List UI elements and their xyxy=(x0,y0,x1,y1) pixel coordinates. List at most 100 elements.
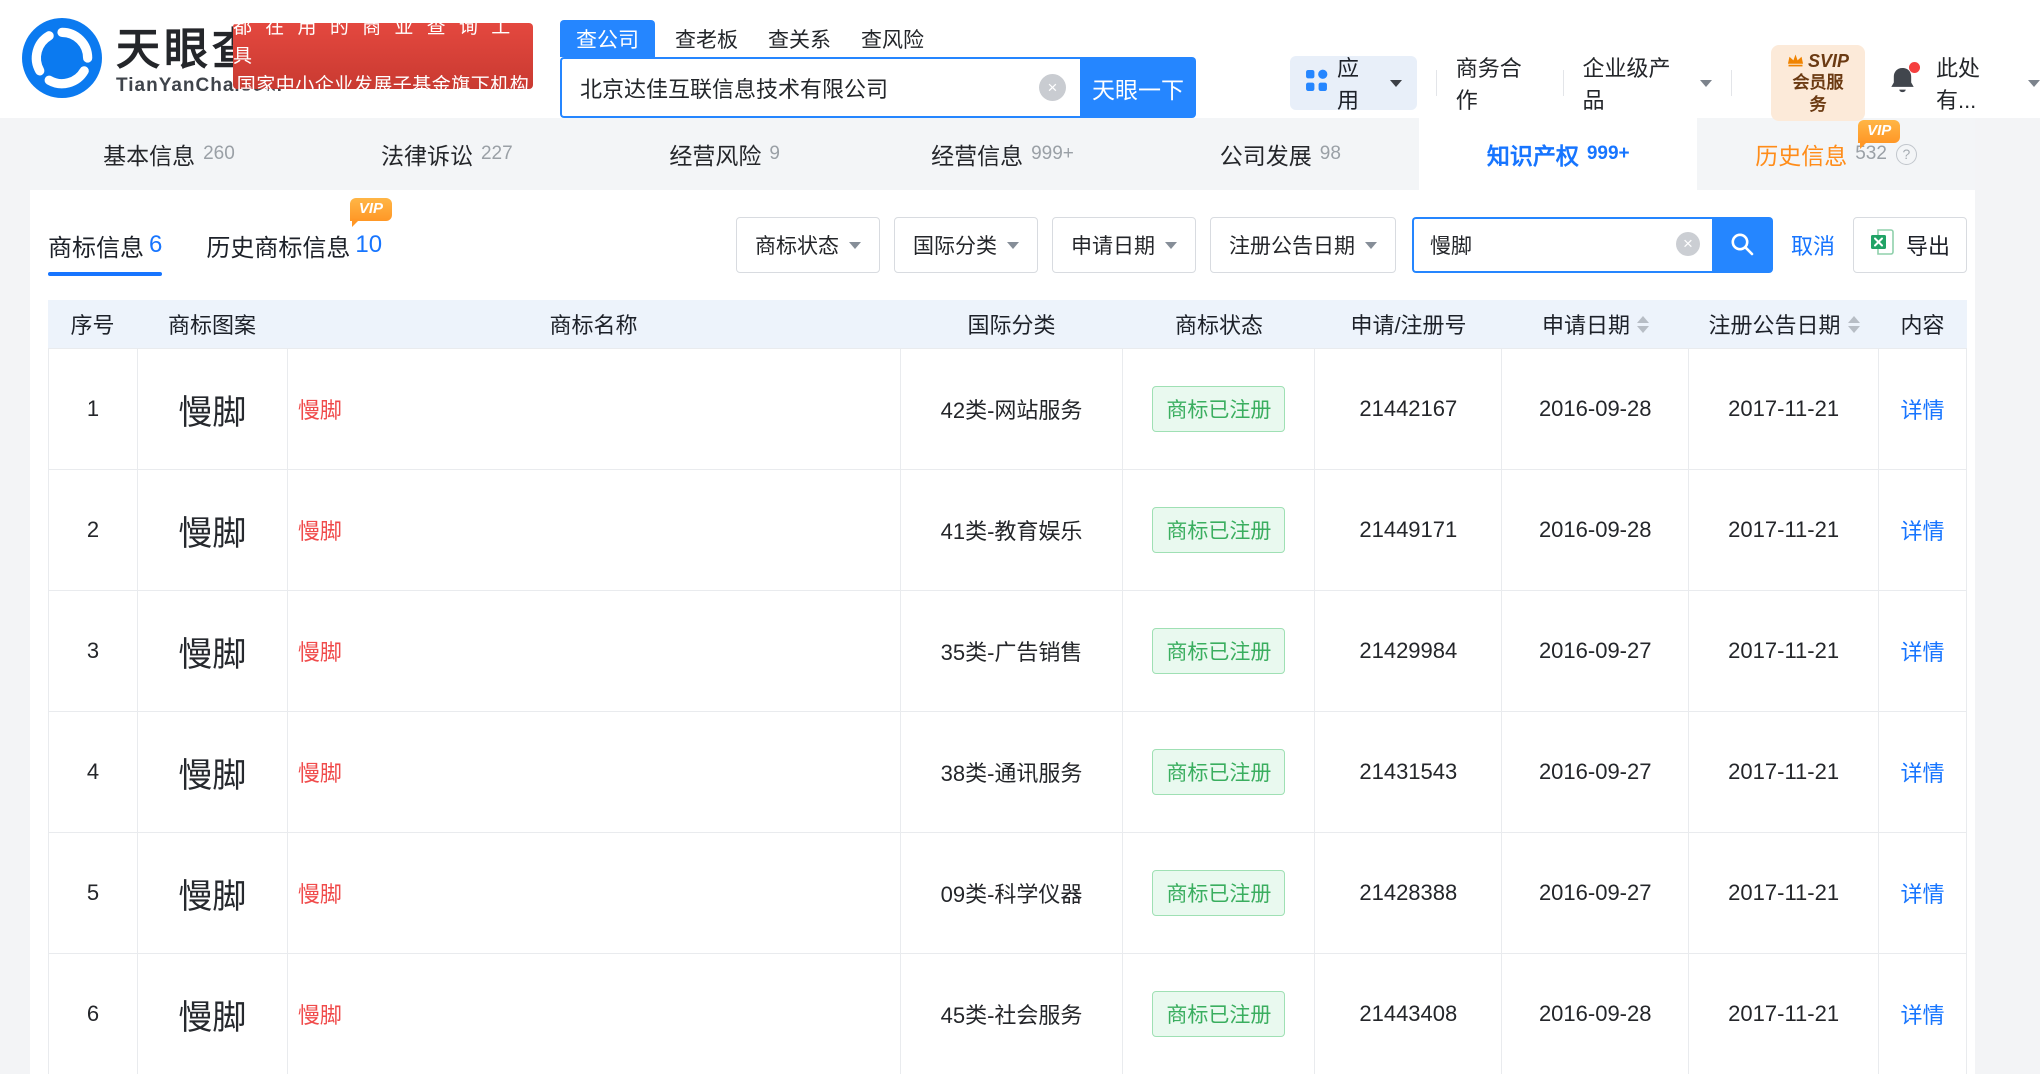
trademark-image: 慢脚 xyxy=(178,878,247,916)
chevron-down-icon xyxy=(1700,79,1713,87)
apps-menu-button[interactable]: 应用 xyxy=(1290,56,1417,113)
ip-content: 商标信息 6 VIP 历史商标信息 10 商标状态 国际分类 申请日期 注册公告… xyxy=(30,198,1975,1074)
pub-date: 2017-11-21 xyxy=(1689,712,1880,832)
trademark-image: 慢脚 xyxy=(178,394,247,432)
vip-badge: VIP xyxy=(349,198,393,227)
pub-date: 2017-11-21 xyxy=(1689,833,1880,953)
trademark-name: 慢脚 xyxy=(297,882,342,907)
row-serial: 3 xyxy=(49,591,138,711)
row-serial: 1 xyxy=(49,349,138,469)
search-icon xyxy=(1729,231,1755,260)
column-header[interactable]: 商标状态 xyxy=(1123,300,1315,348)
clear-icon[interactable]: × xyxy=(1675,232,1700,256)
apply-date: 2016-09-27 xyxy=(1502,712,1690,832)
trademark-search-button[interactable] xyxy=(1711,217,1773,273)
detail-link[interactable]: 详情 xyxy=(1901,393,1945,425)
vip-badge: VIP xyxy=(1858,120,1901,149)
tab-count: 227 xyxy=(480,143,513,164)
nav-tab[interactable]: 公司发展 98 xyxy=(1141,118,1419,190)
subtab-trademark-info[interactable]: 商标信息 6 xyxy=(48,214,163,276)
column-header[interactable]: 注册公告日期 xyxy=(1689,300,1879,348)
trademark-keyword-input[interactable] xyxy=(1411,217,1712,273)
search-scope-tab[interactable]: 查风险 xyxy=(861,20,924,57)
nav-tab[interactable]: 经营信息 999+ xyxy=(864,118,1142,190)
nav-tab[interactable]: 基本信息 260 xyxy=(30,118,308,190)
trademark-image: 慢脚 xyxy=(178,515,247,553)
top-header: 天眼查 TianYanCha.com 都 在 用 的 商 业 查 询 工 具 国… xyxy=(0,0,2040,121)
nav-tab[interactable]: VIP 历史信息 532 ? xyxy=(1697,118,1975,190)
promo-banner: 都 在 用 的 商 业 查 询 工 具 国家中小企业发展子基金旗下机构 xyxy=(233,17,533,96)
trademark-image: 慢脚 xyxy=(178,999,247,1037)
search-submit-button[interactable]: 天眼一下 xyxy=(1080,57,1196,118)
promo-line2: 国家中小企业发展子基金旗下机构 xyxy=(236,74,530,96)
excel-icon xyxy=(1870,228,1896,262)
column-header[interactable]: 序号 xyxy=(48,300,137,348)
nav-enterprise-products[interactable]: 企业级产品 xyxy=(1583,51,1713,115)
column-header[interactable]: 申请/注册号 xyxy=(1315,300,1502,348)
crown-icon xyxy=(1787,50,1804,72)
nav-business-coop[interactable]: 商务合作 xyxy=(1456,51,1544,115)
reg-number: 21429984 xyxy=(1315,591,1503,711)
table-row: 1 慢脚 慢脚 42类-网站服务 商标已注册 21442167 2016-09-… xyxy=(49,349,1966,470)
export-button[interactable]: 导出 xyxy=(1852,217,1967,273)
notification-bell[interactable] xyxy=(1889,61,1920,101)
detail-link[interactable]: 详情 xyxy=(1901,514,1945,546)
reg-number: 21443408 xyxy=(1315,954,1503,1074)
intl-class: 45类-社会服务 xyxy=(901,954,1124,1074)
column-header[interactable]: 商标图案 xyxy=(137,300,287,348)
column-header[interactable]: 内容 xyxy=(1879,300,1966,348)
filter-dropdown[interactable]: 国际分类 xyxy=(893,217,1038,273)
company-search-input[interactable] xyxy=(560,57,1080,118)
column-header[interactable]: 商标名称 xyxy=(287,300,900,348)
row-serial: 5 xyxy=(49,833,138,953)
top-nav: 应用 商务合作 企业级产品 SVIP 会员服务 此处有... xyxy=(1290,45,2040,121)
table-row: 5 慢脚 慢脚 09类-科学仪器 商标已注册 21428388 2016-09-… xyxy=(49,833,1966,954)
cancel-link[interactable]: 取消 xyxy=(1791,229,1835,261)
reg-number: 21428388 xyxy=(1315,833,1503,953)
notification-dot xyxy=(1908,61,1920,73)
chevron-down-icon xyxy=(848,241,861,249)
intl-class: 38类-通讯服务 xyxy=(901,712,1124,832)
apply-date: 2016-09-28 xyxy=(1502,470,1690,590)
main-nav-tabs: 基本信息 260 法律诉讼 227 经营风险 9 经营信息 999+ 公司发展 … xyxy=(30,118,1975,190)
help-icon[interactable]: ? xyxy=(1895,143,1917,165)
pub-date: 2017-11-21 xyxy=(1689,470,1880,590)
nav-tab[interactable]: 知识产权 999+ xyxy=(1419,118,1698,190)
detail-link[interactable]: 详情 xyxy=(1901,756,1945,788)
sort-icon[interactable] xyxy=(1847,315,1860,333)
nav-tab[interactable]: 经营风险 9 xyxy=(586,118,864,190)
bell-icon xyxy=(1889,67,1916,100)
sort-icon[interactable] xyxy=(1637,315,1649,333)
chevron-down-icon xyxy=(1164,241,1177,249)
filter-dropdown[interactable]: 申请日期 xyxy=(1051,217,1196,273)
trademark-image: 慢脚 xyxy=(178,757,247,795)
trademark-subtabs: 商标信息 6 VIP 历史商标信息 10 xyxy=(48,198,426,276)
clear-icon[interactable]: × xyxy=(1039,74,1066,101)
reg-number: 21442167 xyxy=(1315,349,1503,469)
chevron-down-icon xyxy=(1364,241,1377,249)
column-header[interactable]: 国际分类 xyxy=(900,300,1123,348)
detail-link[interactable]: 详情 xyxy=(1901,635,1945,667)
divider xyxy=(1435,70,1437,96)
search-scope-tab[interactable]: 查公司 xyxy=(560,20,655,57)
trademark-name: 慢脚 xyxy=(297,519,342,544)
status-badge: 商标已注册 xyxy=(1152,507,1286,553)
column-header[interactable]: 申请日期 xyxy=(1502,300,1689,348)
detail-link[interactable]: 详情 xyxy=(1901,877,1945,909)
filter-dropdown[interactable]: 商标状态 xyxy=(735,217,880,273)
detail-link[interactable]: 详情 xyxy=(1901,998,1945,1030)
intl-class: 41类-教育娱乐 xyxy=(901,470,1124,590)
chevron-down-icon xyxy=(2028,79,2040,87)
status-badge: 商标已注册 xyxy=(1152,870,1286,916)
search-scope-tab[interactable]: 查老板 xyxy=(675,20,738,57)
svip-member-button[interactable]: SVIP 会员服务 xyxy=(1771,45,1865,121)
tab-count: 999+ xyxy=(1031,143,1074,164)
nav-tab[interactable]: 法律诉讼 227 xyxy=(308,118,586,190)
search-scope-tab[interactable]: 查关系 xyxy=(768,20,831,57)
subtab-history-trademark-info[interactable]: VIP 历史商标信息 10 xyxy=(206,198,393,276)
filter-dropdown[interactable]: 注册公告日期 xyxy=(1209,217,1396,273)
status-badge: 商标已注册 xyxy=(1152,991,1286,1037)
status-badge: 商标已注册 xyxy=(1152,628,1286,674)
user-menu[interactable]: 此处有... xyxy=(1936,51,2040,115)
trademark-name: 慢脚 xyxy=(297,761,342,786)
